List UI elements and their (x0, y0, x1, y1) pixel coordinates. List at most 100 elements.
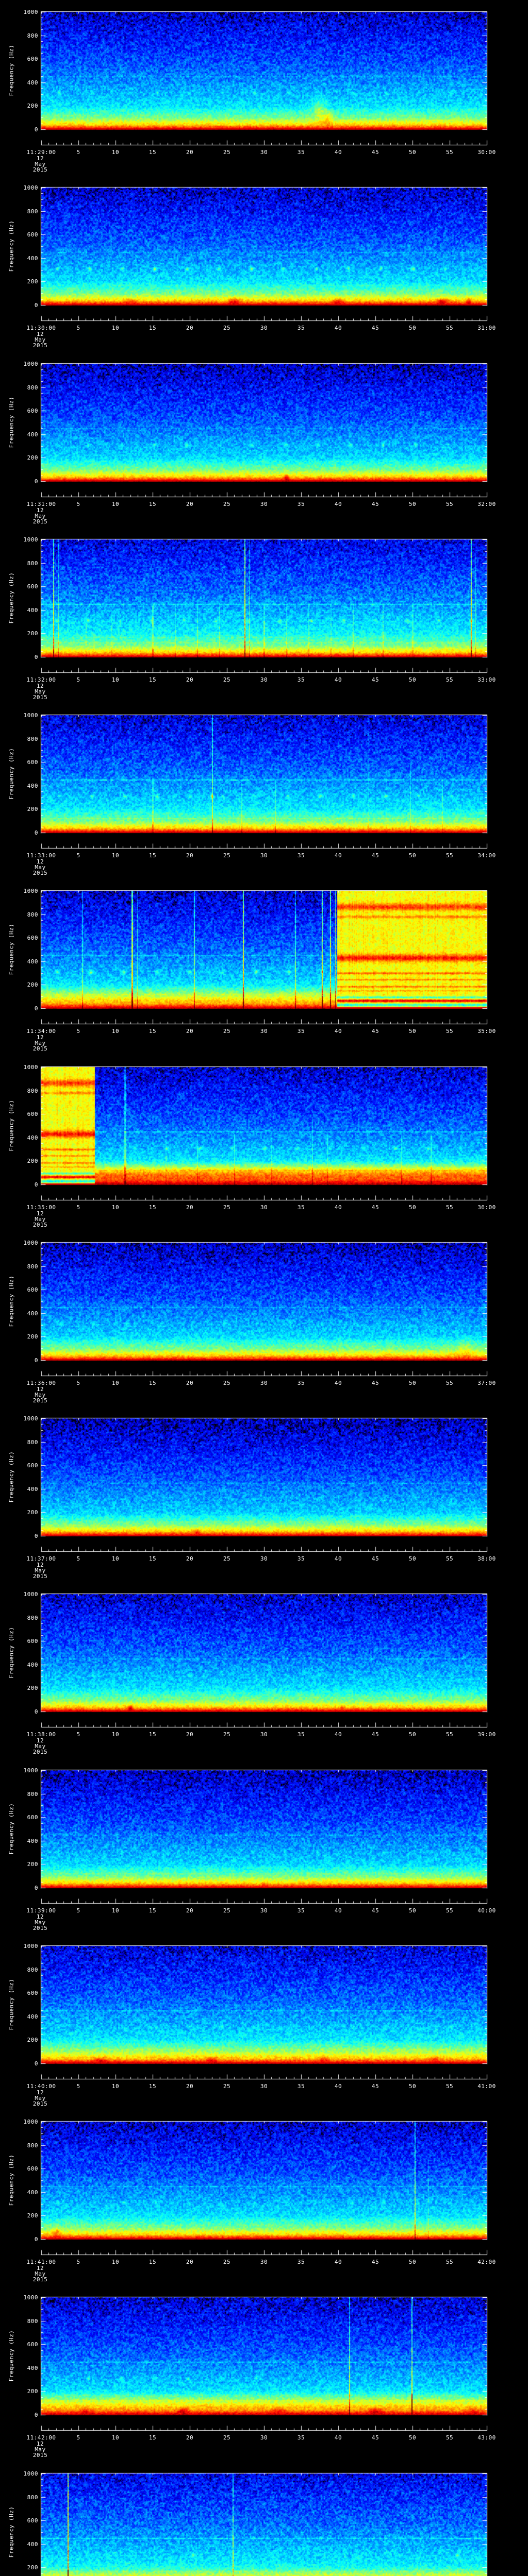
x-tick-label: 35 (297, 2083, 305, 2090)
x-tick-label: 20 (186, 1555, 194, 1562)
x-tick-label: 20 (186, 1731, 194, 1738)
y-tick-label: 400 (27, 2541, 38, 2548)
x-tick-label: 25 (223, 676, 231, 683)
x-tick-label: 10 (111, 501, 120, 507)
x-tick-label: 55 (446, 1731, 454, 1738)
x-tick-label: 30 (260, 1907, 268, 1914)
x-tick-label: 15 (148, 1028, 157, 1035)
x-tick-label: 40 (334, 149, 342, 156)
x-tick-label: 55 (446, 2259, 454, 2265)
x-tick-label: 25 (223, 2434, 231, 2441)
y-tick-label: 800 (27, 1791, 38, 1798)
x-tick-label: 45 (371, 852, 380, 859)
y-tick-label: 0 (34, 654, 38, 660)
x-tick-label: 45 (371, 501, 380, 507)
x-tick-label: 20 (186, 2259, 194, 2265)
x-tick-label: 10 (111, 1731, 120, 1738)
end-time-label: 38:00 (477, 1555, 496, 1562)
x-tick-label: 35 (297, 2434, 305, 2441)
end-time-label: 32:00 (477, 501, 496, 507)
spectrogram-panel-0: Frequency (Hz) 1000 800 600 400 200 0 5 10 15 20 25… (0, 0, 528, 176)
date-label: 2015 (32, 870, 48, 876)
x-tick-label: 35 (297, 1555, 305, 1562)
x-tick-label: 10 (111, 2434, 120, 2441)
date-label: 2015 (32, 1045, 48, 1052)
end-time-label: 43:00 (477, 2434, 496, 2441)
end-time-label: 37:00 (477, 1380, 496, 1386)
y-axis-title: Frequency (Hz) (8, 923, 15, 975)
y-tick-label: 1000 (23, 712, 38, 719)
y-tick-label: 400 (27, 958, 38, 965)
y-tick-label: 200 (27, 630, 38, 637)
date-label: 2015 (32, 2276, 48, 2283)
x-tick-label: 40 (334, 1380, 342, 1386)
x-tick-label: 40 (334, 852, 342, 859)
y-tick-label: 600 (27, 1990, 38, 1996)
end-time-label: 39:00 (477, 1731, 496, 1738)
x-tick-label: 50 (408, 325, 417, 331)
x-tick-label: 5 (76, 1028, 80, 1035)
x-tick-label: 55 (446, 1380, 454, 1386)
x-tick-label: 15 (148, 2083, 157, 2090)
y-tick-label: 200 (27, 1861, 38, 1868)
y-tick-label: 1000 (23, 1240, 38, 1246)
x-tick-label: 50 (408, 1731, 417, 1738)
x-tick-label: 55 (446, 501, 454, 507)
x-tick-label: 10 (111, 149, 120, 156)
x-tick-label: 5 (76, 852, 80, 859)
y-tick-label: 0 (34, 126, 38, 133)
x-tick-label: 45 (371, 1028, 380, 1035)
x-tick-label: 45 (371, 2259, 380, 2265)
x-tick-label: 20 (186, 1380, 194, 1386)
start-time-label: 11:33:00 (26, 852, 56, 859)
x-tick-label: 20 (186, 1028, 194, 1035)
y-tick-label: 400 (27, 255, 38, 262)
x-tick-label: 30 (260, 676, 268, 683)
spectrogram-panel-1: Frequency (Hz) 1000 800 600 400 200 0 5 10 15 20 25… (0, 176, 528, 351)
x-tick-label: 25 (223, 1907, 231, 1914)
x-tick-label: 30 (260, 852, 268, 859)
y-tick-label: 200 (27, 806, 38, 812)
x-tick-label: 5 (76, 1204, 80, 1211)
y-tick-label: 200 (27, 2388, 38, 2395)
x-tick-label: 50 (408, 1555, 417, 1562)
y-tick-label: 0 (34, 478, 38, 485)
y-tick-label: 1000 (23, 1064, 38, 1071)
start-time-label: 11:37:00 (26, 1555, 56, 1562)
x-tick-label: 50 (408, 1028, 417, 1035)
x-tick-label: 30 (260, 1555, 268, 1562)
x-tick-label: 5 (76, 1380, 80, 1386)
date-label: 2015 (32, 2452, 48, 2459)
y-tick-label: 0 (34, 302, 38, 309)
x-tick-label: 15 (148, 501, 157, 507)
y-tick-label: 200 (27, 1685, 38, 1691)
x-tick-label: 40 (334, 676, 342, 683)
date-label: 2015 (32, 1222, 48, 1228)
x-tick-label: 40 (334, 1555, 342, 1562)
x-tick-label: 30 (260, 325, 268, 331)
date-label: 2015 (32, 518, 48, 525)
x-tick-label: 30 (260, 2434, 268, 2441)
x-tick-label: 10 (111, 1380, 120, 1386)
date-label: 2015 (32, 1397, 48, 1404)
y-tick-label: 800 (27, 208, 38, 215)
y-tick-label: 0 (34, 1708, 38, 1715)
x-tick-label: 35 (297, 676, 305, 683)
y-axis-title: Frequency (Hz) (8, 220, 15, 272)
x-tick-label: 50 (408, 2083, 417, 2090)
end-time-label: 31:00 (477, 325, 496, 331)
x-tick-label: 20 (186, 149, 194, 156)
spectrogram-panel-12: Frequency (Hz) 1000 800 600 400 200 0 5 10 15 20 25… (0, 2110, 528, 2285)
x-tick-label: 35 (297, 1028, 305, 1035)
x-tick-label: 25 (223, 1380, 231, 1386)
x-tick-label: 10 (111, 1028, 120, 1035)
end-time-label: 35:00 (477, 1028, 496, 1035)
x-tick-label: 35 (297, 325, 305, 331)
y-axis-title: Frequency (Hz) (8, 1275, 15, 1327)
y-tick-label: 200 (27, 1333, 38, 1340)
y-tick-label: 1000 (23, 536, 38, 543)
y-tick-label: 1000 (23, 361, 38, 367)
x-tick-label: 50 (408, 2434, 417, 2441)
x-tick-label: 45 (371, 1380, 380, 1386)
y-tick-label: 400 (27, 1134, 38, 1141)
